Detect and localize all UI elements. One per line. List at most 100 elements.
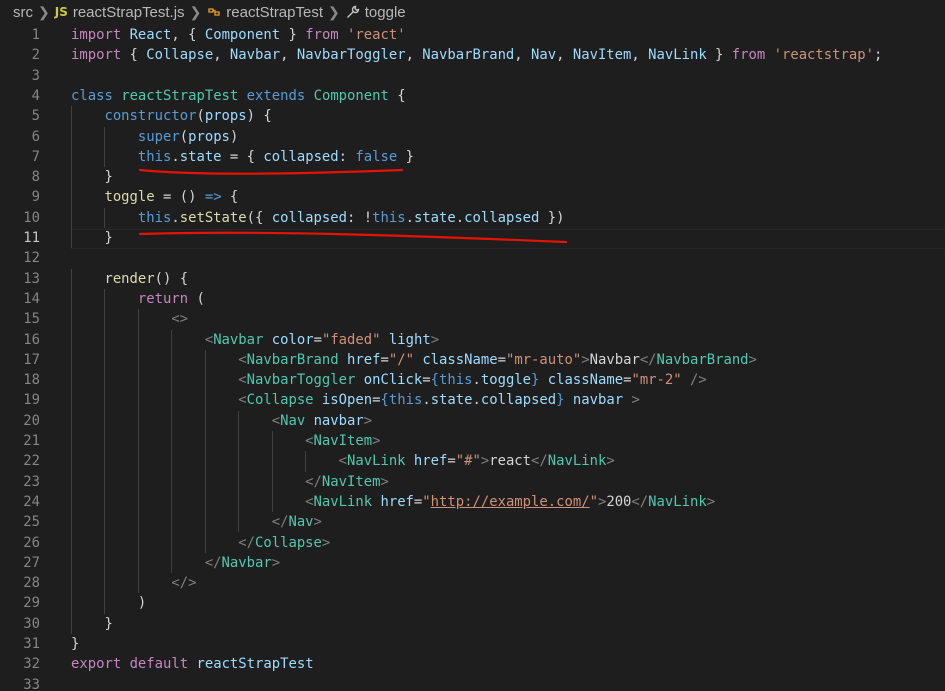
- code-token: "faded": [321, 331, 381, 348]
- code-token: href: [347, 351, 381, 368]
- code-text: super(props): [71, 127, 238, 147]
- code-token: {: [221, 189, 239, 206]
- line-number: 15: [23, 311, 40, 328]
- code-line[interactable]: 16 <Navbar color="faded" light>: [0, 330, 945, 350]
- code-text: ): [71, 593, 146, 613]
- code-line[interactable]: 20 <Nav navbar>: [0, 411, 945, 431]
- code-line[interactable]: 21 <NavItem>: [0, 431, 945, 451]
- chevron-right-icon: ❯: [189, 3, 202, 20]
- code-token: this: [137, 209, 172, 226]
- code-token: 'reactstrap': [773, 47, 874, 64]
- code-line[interactable]: 14 return (: [0, 289, 945, 309]
- code-line[interactable]: 13 render() {: [0, 269, 945, 289]
- code-line[interactable]: 12: [0, 248, 945, 268]
- code-token: >: [363, 412, 373, 429]
- code-line[interactable]: 11 }: [0, 228, 945, 248]
- line-number: 18: [23, 372, 40, 389]
- code-line[interactable]: 24 <NavLink href="http://example.com/">2…: [0, 492, 945, 512]
- code-line[interactable]: 30 }: [0, 614, 945, 634]
- code-line[interactable]: 7 this.state = { collapsed: false }: [0, 147, 945, 167]
- code-token: props: [188, 128, 230, 145]
- code-token: <: [238, 372, 247, 389]
- code-line[interactable]: 5 constructor(props) {: [0, 106, 945, 126]
- line-number: 17: [23, 351, 40, 368]
- code-token: NavbarBrand: [656, 351, 749, 368]
- breadcrumb-member[interactable]: toggle: [365, 4, 406, 21]
- code-line[interactable]: 28 </>: [0, 573, 945, 593]
- code-line[interactable]: 27 </Navbar>: [0, 553, 945, 573]
- code-line[interactable]: 17 <NavbarBrand href="/" className="mr-a…: [0, 350, 945, 370]
- breadcrumb-file[interactable]: reactStrapTest.js: [73, 4, 185, 21]
- code-token: class: [71, 87, 113, 104]
- code-line[interactable]: 19 <Collapse isOpen={this.state.collapse…: [0, 390, 945, 410]
- code-line[interactable]: 22 <NavLink href="#">react</NavLink>: [0, 451, 945, 471]
- code-line[interactable]: 8 }: [0, 167, 945, 187]
- line-number: 32: [23, 656, 40, 673]
- code-line[interactable]: 26 </Collapse>: [0, 533, 945, 553]
- code-token: Navbar: [221, 554, 272, 571]
- code-line[interactable]: 32 export default reactStrapTest: [0, 654, 945, 674]
- code-line[interactable]: 1 import React, { Component } from 'react…: [0, 25, 945, 45]
- code-token: "#": [455, 453, 481, 470]
- code-line[interactable]: 10 this.setState({ collapsed: !this.stat…: [0, 208, 945, 228]
- code-line[interactable]: 15 <>: [0, 309, 945, 329]
- code-token: =: [497, 351, 506, 368]
- line-number: 11: [23, 230, 40, 246]
- code-token: Component: [313, 87, 389, 104]
- code-token: (: [196, 108, 205, 125]
- code-token: }: [280, 27, 306, 43]
- class-symbol-icon: [208, 8, 220, 16]
- code-line[interactable]: 6 super(props): [0, 127, 945, 147]
- line-number: 1: [31, 27, 40, 43]
- code-token: =: [380, 351, 389, 368]
- code-token: toggle: [104, 189, 155, 206]
- code-token: state: [430, 392, 473, 409]
- code-token: NavLink: [347, 453, 406, 470]
- code-token: this: [439, 372, 473, 389]
- code-text: </>: [71, 573, 196, 593]
- breadcrumb-folder[interactable]: src: [13, 4, 33, 21]
- code-token: false: [355, 148, 398, 165]
- code-line[interactable]: 31}: [0, 634, 945, 654]
- code-token: state: [413, 209, 456, 226]
- code-token: >: [606, 453, 615, 470]
- code-token: ): [71, 595, 147, 612]
- code-token: 'react': [347, 27, 406, 43]
- code-line[interactable]: 23 </NavItem>: [0, 472, 945, 492]
- code-token: <: [204, 331, 214, 348]
- code-token: setState: [179, 209, 247, 226]
- code-token: NavLink: [313, 493, 373, 510]
- code-token: collapsed: [480, 392, 557, 409]
- code-line[interactable]: 4 class reactStrapTest extends Component …: [0, 86, 945, 106]
- code-line[interactable]: 33: [0, 675, 945, 691]
- code-token: collapsed: [271, 209, 348, 226]
- code-token: "mr-2": [631, 372, 682, 389]
- code-line[interactable]: 29 ): [0, 593, 945, 613]
- code-token: (: [179, 128, 189, 145]
- code-token: </: [204, 554, 222, 571]
- code-token: () {: [154, 270, 189, 287]
- code-token: color: [271, 331, 314, 348]
- code-line[interactable]: 9 toggle = () => {: [0, 187, 945, 207]
- line-number: 24: [23, 493, 40, 510]
- code-token: >: [706, 493, 716, 510]
- code-token: >: [313, 514, 322, 531]
- code-token: Nav: [288, 514, 314, 531]
- code-token: this: [372, 209, 406, 226]
- code-line[interactable]: 18 <NavbarToggler onClick={this.toggle} …: [0, 370, 945, 390]
- code-token: href: [380, 493, 414, 510]
- code-line[interactable]: 3: [0, 66, 945, 86]
- breadcrumb-class[interactable]: reactStrapTest: [226, 4, 323, 21]
- code-token: =: [313, 331, 322, 348]
- code-line[interactable]: 2 import { Collapse, Navbar, NavbarToggle…: [0, 45, 945, 65]
- code-editor[interactable]: 1 import React, { Component } from 'react…: [0, 24, 945, 691]
- code-token: onClick: [363, 372, 423, 389]
- code-token: ": [589, 493, 598, 510]
- code-line[interactable]: 25 </Nav>: [0, 512, 945, 532]
